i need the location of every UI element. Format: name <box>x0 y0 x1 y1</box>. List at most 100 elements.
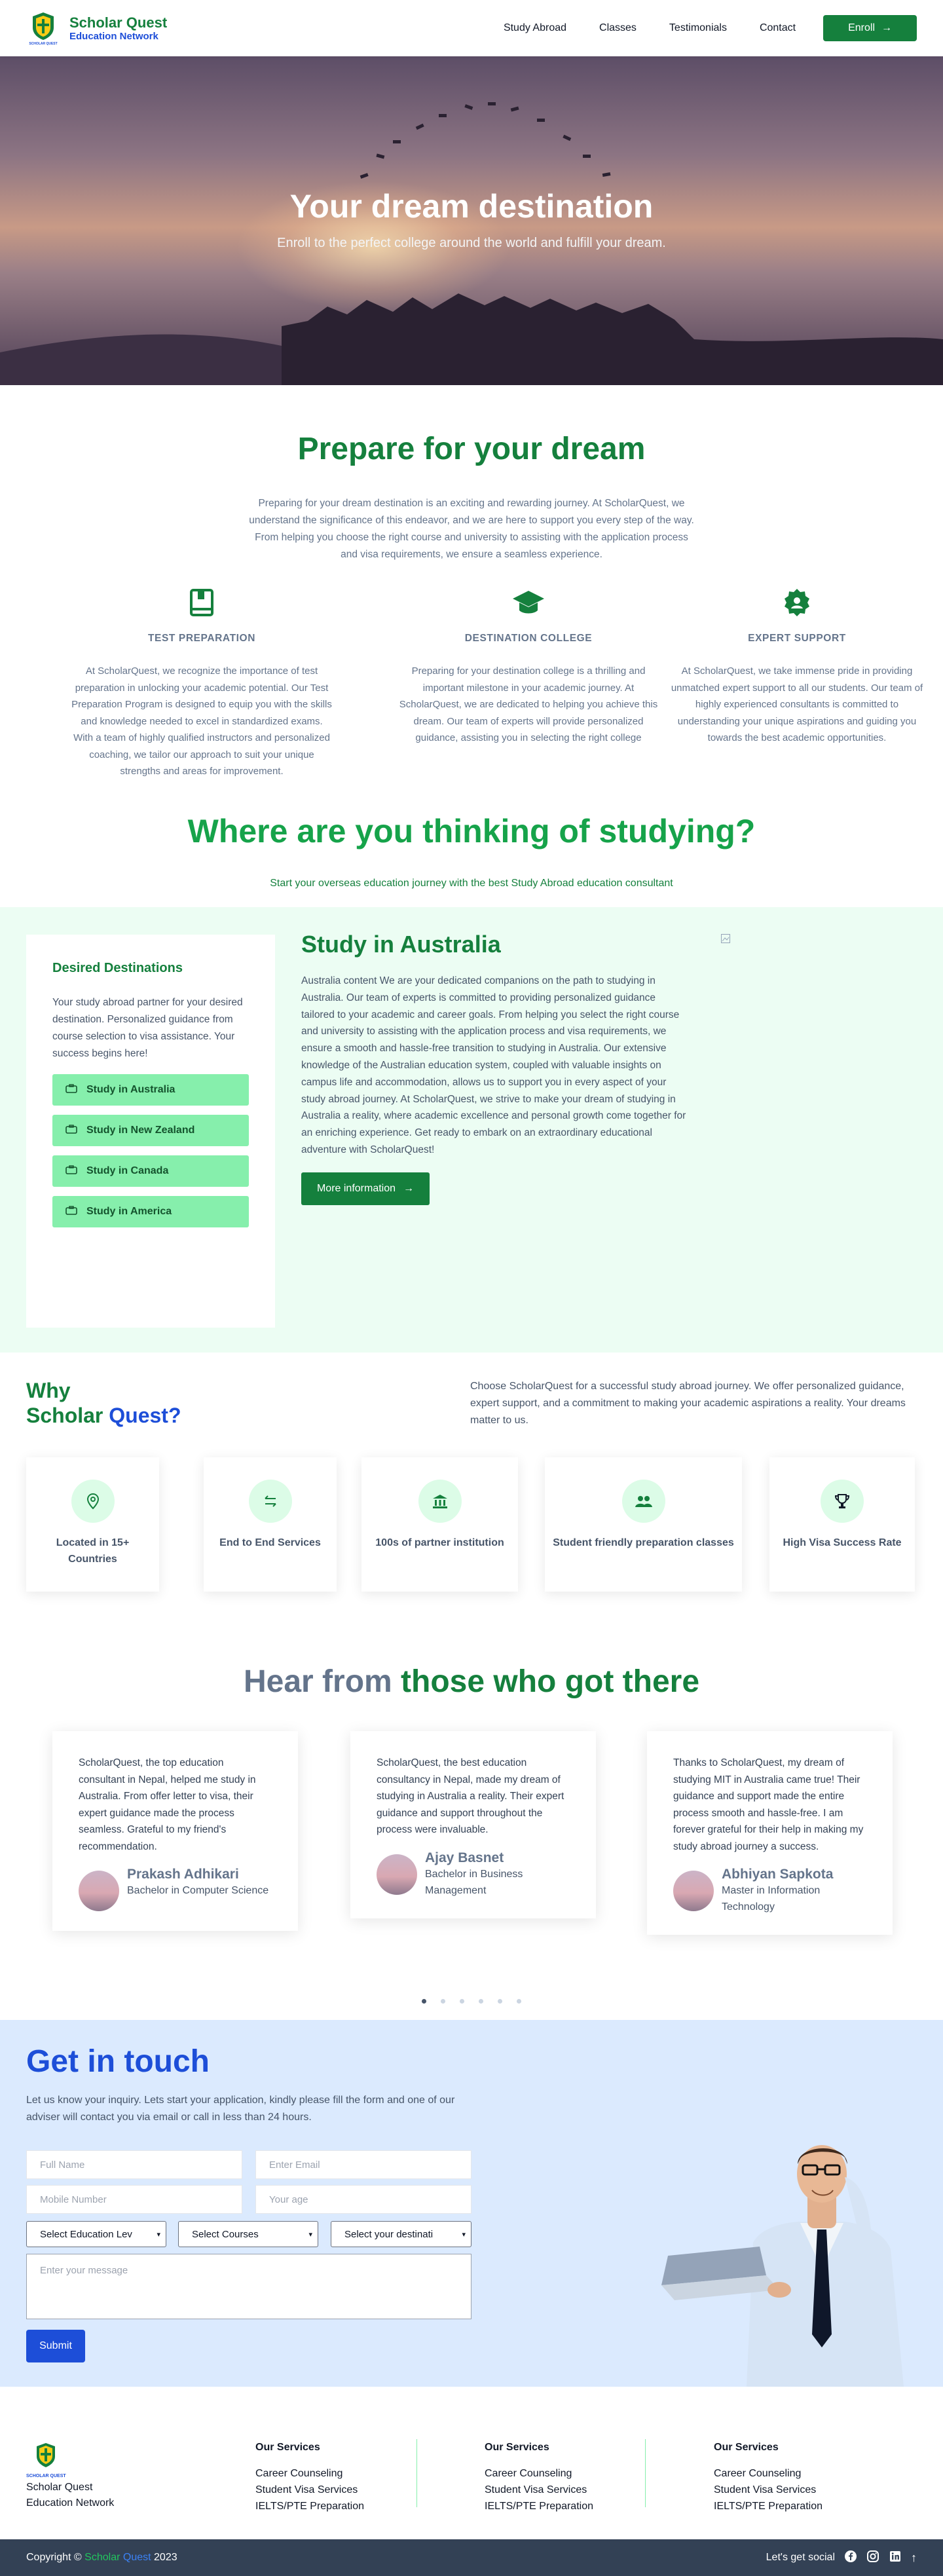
testimonial-role: Master in Information Technology <box>722 1885 821 1913</box>
footer-column: Our Services Career Counseling Student V… <box>485 2442 681 2514</box>
carousel-dot[interactable] <box>422 1999 426 2004</box>
hero-graduates-silhouette <box>0 293 943 385</box>
book-icon <box>71 587 333 618</box>
social-links: Let's get social ↑ <box>766 2550 917 2566</box>
age-input[interactable]: Your age <box>255 2185 472 2214</box>
testimonial-text: ScholarQuest, the top education consulta… <box>79 1757 256 1852</box>
prepare-description: Preparing for your dream destination is … <box>249 498 694 560</box>
footer-link[interactable]: Career Counseling <box>255 2465 452 2482</box>
carousel-dot[interactable] <box>517 1999 521 2004</box>
suitcase-icon <box>65 1165 77 1178</box>
feature-text: Preparing for your destination college i… <box>399 665 658 743</box>
why-card-visa: High Visa Success Rate <box>769 1457 915 1592</box>
carousel-dot[interactable] <box>441 1999 445 2004</box>
copyright-text: Copyright © Scholar Quest 2023 <box>26 2552 177 2564</box>
study-australia-button[interactable]: Study in Australia <box>52 1074 249 1106</box>
footer-link[interactable]: Career Counseling <box>714 2465 910 2482</box>
nav-link-contact[interactable]: Contact <box>760 22 796 34</box>
arrow-right-icon: → <box>881 22 892 33</box>
why-card-label: End to End Services <box>219 1537 321 1548</box>
footer-column: Our Services Career Counseling Student V… <box>714 2442 910 2514</box>
feature-heading: TEST PREPARATION <box>147 633 256 644</box>
footer-link[interactable]: Career Counseling <box>485 2465 681 2482</box>
why-card-services: End to End Services <box>204 1457 337 1592</box>
contact-title: Get in touch <box>26 2044 210 2079</box>
footer-column-heading: Our Services <box>255 2442 320 2453</box>
footer-link[interactable]: IELTS/PTE Preparation <box>485 2498 681 2514</box>
feature-expert-support: EXPERT SUPPORT At ScholarQuest, we take … <box>666 587 928 747</box>
brand-title: Scholar Quest <box>69 14 168 31</box>
study-canada-button[interactable]: Study in Canada <box>52 1155 249 1187</box>
logo[interactable]: SCHOLAR QUEST <box>26 9 60 48</box>
nav-link-testimonials[interactable]: Testimonials <box>669 22 727 34</box>
footer-logo[interactable]: SCHOLAR QUEST <box>26 2442 66 2478</box>
footer-link[interactable]: Student Visa Services <box>714 2482 910 2498</box>
destination-select[interactable]: Select your destinati ▾ <box>331 2221 472 2247</box>
carousel-dot[interactable] <box>460 1999 464 2004</box>
testimonials-title: Hear from those who got there <box>0 1664 943 1700</box>
copyright-quest: Quest <box>122 2552 151 2563</box>
australia-title: Study in Australia <box>301 931 501 958</box>
australia-text: Australia content We are your dedicated … <box>301 975 686 1155</box>
testimonial-role: Bachelor in Computer Science <box>127 1885 269 1896</box>
instagram-icon[interactable] <box>866 2550 879 2566</box>
suitcase-icon <box>65 1205 77 1218</box>
contact-section: Get in touch Let us know your inquiry. L… <box>0 2020 943 2387</box>
copyright-scholar: Scholar <box>84 2552 120 2563</box>
email-input[interactable]: Enter Email <box>255 2150 472 2179</box>
footer-link[interactable]: IELTS/PTE Preparation <box>714 2498 910 2514</box>
select-value: Select Courses <box>192 2228 259 2240</box>
footer-divider <box>416 2439 417 2507</box>
message-textarea[interactable]: Enter your message <box>26 2254 472 2319</box>
feature-destination-college: DESTINATION COLLEGE Preparing for your d… <box>398 587 659 747</box>
footer-link[interactable]: Student Visa Services <box>485 2482 681 2498</box>
study-new-zealand-button[interactable]: Study in New Zealand <box>52 1115 249 1146</box>
carousel-dot[interactable] <box>479 1999 483 2004</box>
footer-link[interactable]: IELTS/PTE Preparation <box>255 2498 452 2514</box>
avatar <box>79 1871 119 1911</box>
why-card-institutions: 100s of partner institution <box>361 1457 518 1592</box>
destinations-description: Your study abroad partner for your desir… <box>52 997 243 1059</box>
why-card-label: Student friendly preparation classes <box>553 1537 734 1548</box>
education-level-select[interactable]: Select Education Lev ▾ <box>26 2221 166 2247</box>
testimonial-person: Prakash Adhikari Bachelor in Computer Sc… <box>79 1867 272 1911</box>
brand-subtitle: Education Network <box>69 31 158 43</box>
why-card-label: High Visa Success Rate <box>783 1537 902 1548</box>
nav-link-study-abroad[interactable]: Study Abroad <box>504 22 566 34</box>
why-card-label: 100s of partner institution <box>375 1537 504 1548</box>
enroll-button[interactable]: Enroll → <box>823 15 917 41</box>
copyright-prefix: Copyright © <box>26 2552 82 2563</box>
avatar <box>673 1871 714 1911</box>
footer: SCHOLAR QUEST Scholar Quest Education Ne… <box>0 2387 943 2539</box>
suitcase-icon <box>65 1124 77 1137</box>
why-card-label: Located in 15+ Countries <box>56 1537 130 1565</box>
nav-links: Study Abroad Classes Testimonials Contac… <box>471 15 917 41</box>
full-name-input[interactable]: Full Name <box>26 2150 242 2179</box>
facebook-icon[interactable] <box>844 2550 857 2566</box>
footer-link[interactable]: Student Visa Services <box>255 2482 452 2498</box>
more-information-button[interactable]: More information → <box>301 1172 430 1205</box>
users-icon <box>621 1480 665 1523</box>
why-title-line1: Why <box>26 1379 71 1402</box>
carousel-dot[interactable] <box>498 1999 502 2004</box>
footer-column: Our Services Career Counseling Student V… <box>255 2442 452 2514</box>
feature-text: At ScholarQuest, we recognize the import… <box>71 665 332 777</box>
courses-select[interactable]: Select Courses ▾ <box>178 2221 318 2247</box>
button-label: Study in New Zealand <box>86 1125 195 1136</box>
study-america-button[interactable]: Study in America <box>52 1196 249 1227</box>
footer-column-heading: Our Services <box>485 2442 549 2453</box>
carousel-dots <box>0 1999 943 2004</box>
feature-test-preparation: TEST PREPARATION At ScholarQuest, we rec… <box>71 587 333 780</box>
arrow-right-icon: → <box>403 1183 415 1194</box>
why-quest: Quest? <box>109 1404 181 1427</box>
brand[interactable]: Scholar Quest Education Network <box>69 14 167 43</box>
nav-link-classes[interactable]: Classes <box>599 22 637 34</box>
chevron-down-icon: ▾ <box>462 2230 466 2239</box>
hero-subtitle: Enroll to the perfect college around the… <box>277 236 666 250</box>
where-subtitle: Start your overseas education journey wi… <box>270 878 673 889</box>
submit-button[interactable]: Submit <box>26 2330 85 2362</box>
mobile-input[interactable]: Mobile Number <box>26 2185 242 2214</box>
arrow-up-icon[interactable]: ↑ <box>911 2551 917 2565</box>
linkedin-icon[interactable] <box>889 2550 902 2566</box>
expert-badge-icon <box>666 587 928 618</box>
